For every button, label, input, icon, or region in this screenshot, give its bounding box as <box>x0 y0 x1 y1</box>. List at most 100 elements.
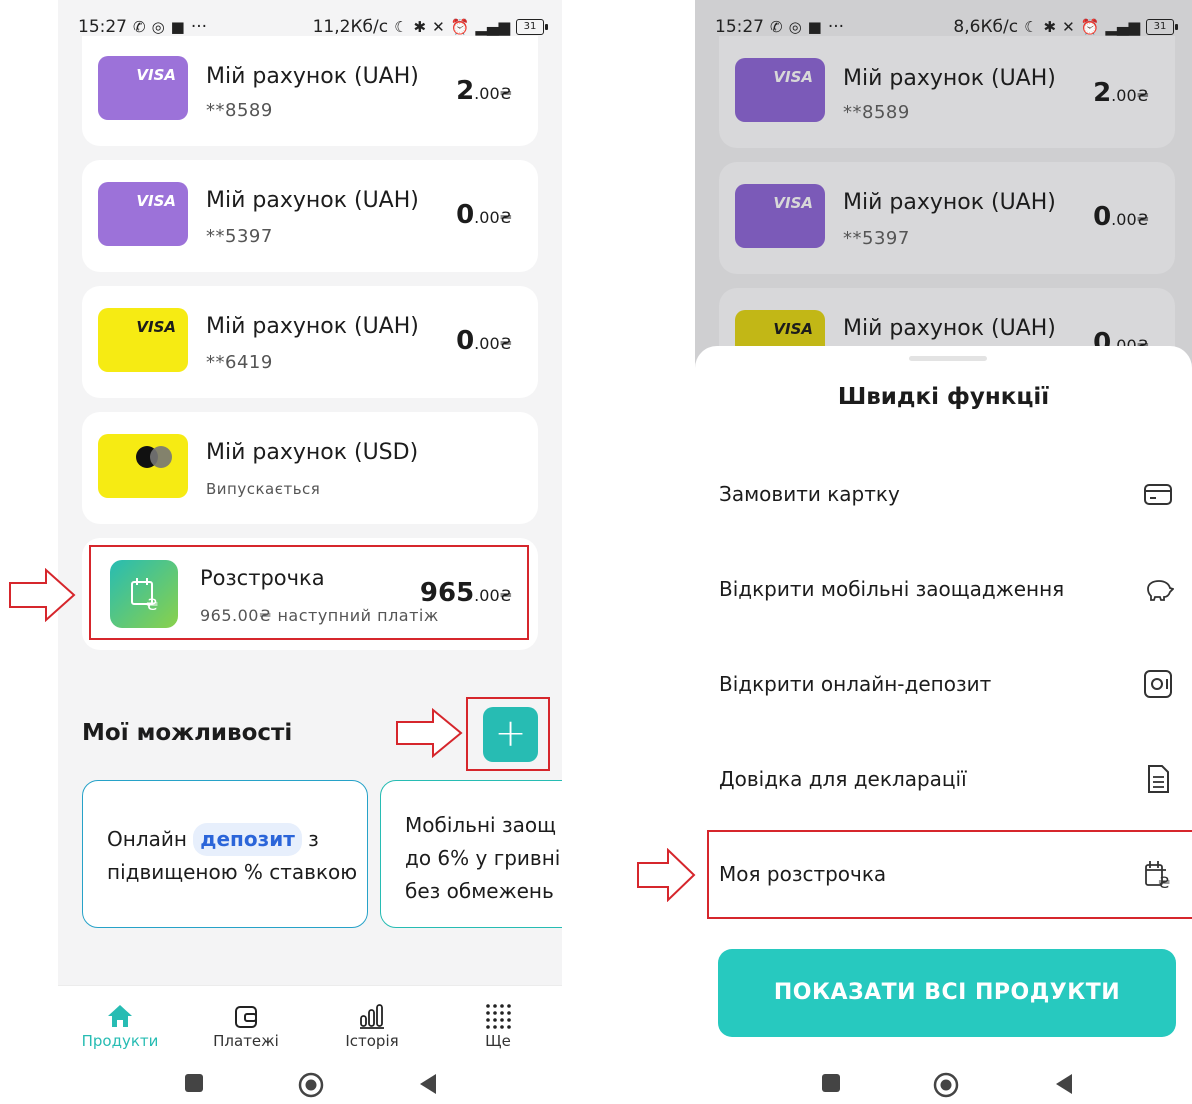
visa-logo: VISA <box>136 66 176 84</box>
tab-more[interactable]: Ще <box>453 1000 543 1050</box>
arrow-right-icon <box>396 708 463 758</box>
action-tax-certificate[interactable]: Довідка для декларації <box>695 731 1192 826</box>
back-button[interactable] <box>1052 1072 1074 1096</box>
account-name: Мій рахунок (UAH) <box>843 66 1056 91</box>
account-balance: 2.00₴ <box>456 76 512 106</box>
bluetooth-icon: ✱ <box>413 18 427 36</box>
moon-icon: ☾ <box>1024 18 1038 36</box>
system-nav-bar <box>58 1064 562 1104</box>
more-notifications: ··· <box>827 17 845 37</box>
account-card[interactable]: VISA Мій рахунок (UAH) **5397 0.00₴ <box>82 160 538 272</box>
account-number: **8589 <box>843 102 910 123</box>
network-speed: 8,6Кб/с <box>953 17 1019 37</box>
account-balance: 0.00₴ <box>1093 202 1149 232</box>
highlight-box <box>89 545 529 640</box>
whatsapp-icon: ✆ <box>770 18 783 36</box>
battery-icon: 31 <box>516 19 548 35</box>
card-thumbnail: VISA <box>735 58 825 122</box>
alarm-icon: ⏰ <box>1080 18 1100 36</box>
promo-text: Мобільні заощ до 6% у гривні і без обмеж… <box>405 813 562 903</box>
right-phone-screen: 15:27 ✆ ◎ ■ ··· 8,6Кб/с ☾ ✱ ✕ ⏰ ▂▄▆ 31 V… <box>695 0 1192 1104</box>
instagram-icon: ◎ <box>788 18 802 36</box>
wallet-icon <box>235 1006 257 1028</box>
quick-actions-sheet: Швидкі функції Замовити картку Відкрити … <box>695 346 1192 1104</box>
status-time: 15:27 <box>715 17 764 37</box>
whatsapp-icon: ✆ <box>133 18 146 36</box>
account-name: Мій рахунок (UAH) <box>206 188 419 213</box>
battery-icon: 31 <box>1146 19 1178 35</box>
mastercard-logo <box>136 446 172 468</box>
account-balance: 2.00₴ <box>1093 78 1149 108</box>
account-status: Випускається <box>206 480 321 498</box>
visa-logo: VISA <box>773 194 813 212</box>
action-open-savings[interactable]: Відкрити мобільні заощадження <box>695 541 1192 636</box>
account-name: Мій рахунок (USD) <box>206 440 419 465</box>
deposit-pill: депозит <box>193 823 302 856</box>
promo-card-deposit[interactable]: Онлайн депозит з підвищеною % ставкою <box>82 780 368 928</box>
more-notifications: ··· <box>190 17 208 37</box>
promo-text: Онлайн депозит з підвищеною % ставкою <box>107 823 357 889</box>
account-name: Мій рахунок (UAH) <box>206 314 419 339</box>
home-icon <box>108 1005 132 1027</box>
account-card[interactable]: Мій рахунок (USD) Випускається <box>82 412 538 524</box>
recents-button[interactable] <box>183 1072 205 1094</box>
signal-icon: ▂▄▆ <box>1105 18 1140 36</box>
account-card[interactable]: VISA Мій рахунок (UAH) **6419 0.00₴ <box>82 286 538 398</box>
action-open-deposit[interactable]: Відкрити онлайн-депозит <box>695 636 1192 731</box>
arrow-right-icon <box>637 848 696 902</box>
status-bar: 15:27 ✆ ◎ ■ ··· 11,2Кб/с ☾ ✱ ✕ ⏰ ▂▄▆ 31 <box>58 0 562 54</box>
sheet-drag-handle[interactable] <box>909 356 987 361</box>
tab-products[interactable]: Продукти <box>75 1000 165 1050</box>
card-icon <box>1144 484 1172 505</box>
status-time: 15:27 <box>78 17 127 37</box>
card-thumbnail <box>98 434 188 498</box>
system-nav-bar <box>695 1064 1192 1104</box>
show-all-products-button[interactable]: ПОКАЗАТИ ВСІ ПРОДУКТИ <box>718 949 1176 1037</box>
tab-payments[interactable]: Платежі <box>201 1000 291 1050</box>
account-card: VISA Мій рахунок (UAH) **5397 0.00₴ <box>719 162 1175 274</box>
instagram-icon: ◎ <box>151 18 165 36</box>
card-thumbnail: VISA <box>98 182 188 246</box>
moon-icon: ☾ <box>394 18 408 36</box>
card-thumbnail: VISA <box>98 308 188 372</box>
alarm-icon: ⏰ <box>450 18 470 36</box>
action-order-card[interactable]: Замовити картку <box>695 446 1192 541</box>
card-thumbnail: VISA <box>98 56 188 120</box>
account-name: Мій рахунок (UAH) <box>206 64 419 89</box>
visa-logo: VISA <box>773 320 813 338</box>
arrow-right-icon <box>9 568 76 622</box>
network-speed: 11,2Кб/с <box>312 17 389 37</box>
highlight-box <box>707 830 1192 919</box>
visa-logo: VISA <box>136 192 176 210</box>
document-icon <box>1148 765 1169 793</box>
recents-button[interactable] <box>820 1072 842 1094</box>
account-number: **8589 <box>206 100 273 121</box>
visa-logo: VISA <box>773 68 813 86</box>
home-button[interactable] <box>298 1072 324 1098</box>
account-name: Мій рахунок (UAH) <box>843 190 1056 215</box>
account-balance: 0.00₴ <box>456 200 512 230</box>
account-number: **5397 <box>843 228 910 249</box>
back-button[interactable] <box>416 1072 438 1096</box>
mute-icon: ✕ <box>1062 18 1075 36</box>
promo-card-savings[interactable]: Мобільні заощ до 6% у гривні і без обмеж… <box>380 780 562 928</box>
chart-bars-icon <box>360 1004 384 1029</box>
account-balance: 0.00₴ <box>456 326 512 356</box>
piggy-bank-icon <box>1147 580 1174 601</box>
bluetooth-icon: ✱ <box>1043 18 1057 36</box>
visa-logo: VISA <box>136 318 176 336</box>
tab-history[interactable]: Історія <box>327 1000 417 1050</box>
home-button[interactable] <box>933 1072 959 1098</box>
account-number: **5397 <box>206 226 273 247</box>
left-phone-screen: 15:27 ✆ ◎ ■ ··· 11,2Кб/с ☾ ✱ ✕ ⏰ ▂▄▆ 31 … <box>58 0 562 1104</box>
safe-icon <box>1144 670 1172 698</box>
card-thumbnail: VISA <box>735 184 825 248</box>
signal-icon: ▂▄▆ <box>475 18 510 36</box>
section-title: Мої можливості <box>82 720 293 746</box>
highlight-box <box>466 697 550 771</box>
video-icon: ■ <box>807 18 822 36</box>
account-number: **6419 <box>206 352 273 373</box>
grid-dots-icon <box>486 1004 511 1029</box>
mute-icon: ✕ <box>432 18 445 36</box>
video-icon: ■ <box>170 18 185 36</box>
